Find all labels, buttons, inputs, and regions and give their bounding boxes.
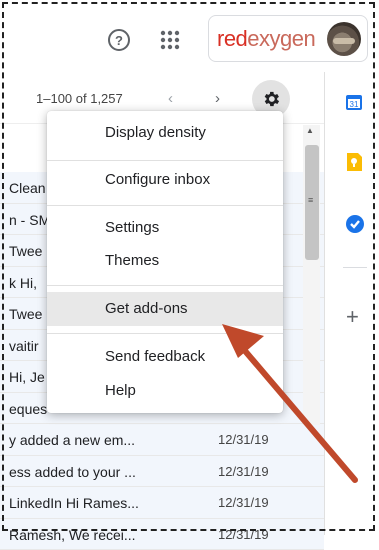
screenshot-frame: [2, 2, 375, 531]
